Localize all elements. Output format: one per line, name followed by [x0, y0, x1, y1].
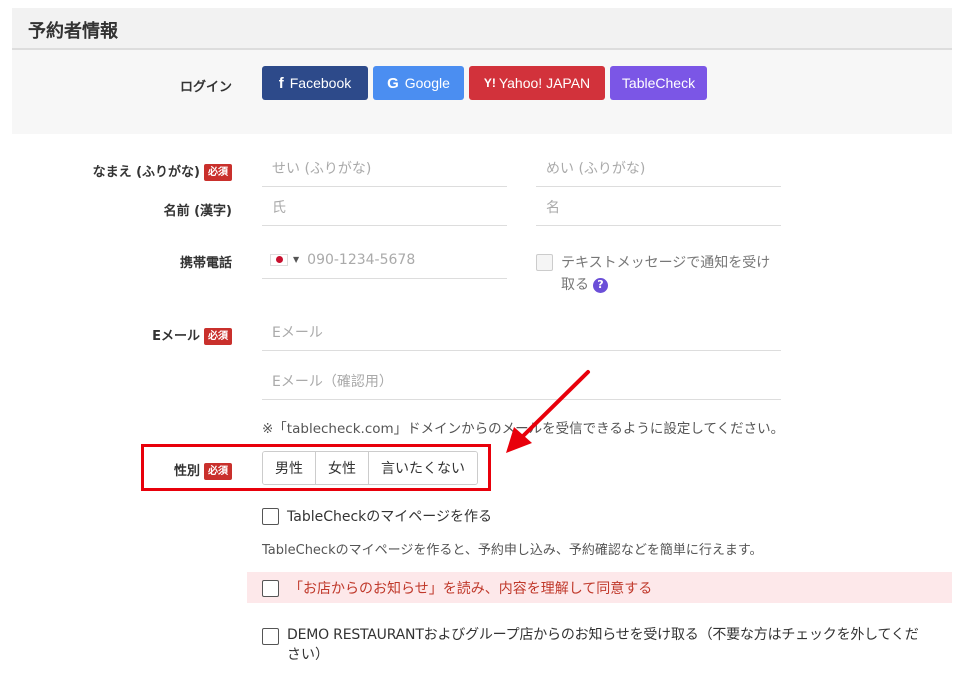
annotation-arrow: [506, 370, 590, 453]
newsletter-label-line1: DEMO RESTAURANTおよびグループ店からのお知らせを受け取る（不要な方…: [287, 627, 919, 643]
mypage-description: TableCheckのマイページを作ると、予約申し込み、予約確認などを簡単に行え…: [262, 543, 763, 558]
email-label-text: Eメール: [152, 329, 200, 344]
sms-checkbox-box[interactable]: [536, 254, 553, 271]
mypage-checkbox-row[interactable]: TableCheckのマイページを作る: [262, 506, 492, 526]
sms-label-line1: テキストメッセージで通知を受け: [561, 255, 771, 271]
newsletter-label: DEMO RESTAURANTおよびグループ店からのお知らせを受け取る（不要な方…: [287, 625, 952, 665]
sms-label-line2: 取る: [561, 277, 589, 293]
mypage-checkbox[interactable]: [262, 507, 279, 525]
facebook-icon: f: [278, 74, 284, 92]
name-kanji-label: 名前 (漢字): [163, 204, 232, 219]
google-login-button[interactable]: G Google: [373, 66, 464, 100]
login-label: ログイン: [179, 80, 232, 95]
phone-label: 携帯電話: [179, 256, 232, 271]
phone-input-placeholder: 090-1234-5678: [307, 251, 416, 268]
required-badge: 必須: [204, 328, 232, 345]
tablecheck-login-button[interactable]: TableCheck: [610, 66, 707, 100]
mypage-checkbox-label: TableCheckのマイページを作る: [287, 509, 492, 525]
email-input[interactable]: Eメール: [262, 313, 781, 351]
section-header: 予約者情報: [12, 8, 952, 50]
name-kana-label-text: なまえ (ふりがな): [92, 165, 200, 180]
email-label: Eメール 必須: [152, 325, 232, 345]
consent-checkbox[interactable]: [262, 579, 279, 597]
google-label: Google: [404, 75, 450, 91]
chevron-down-icon[interactable]: ▼: [293, 255, 299, 264]
first-name-kana-input[interactable]: せい (ふりがな): [262, 149, 507, 187]
highlight-box: [141, 444, 491, 491]
required-badge: 必須: [204, 164, 232, 181]
first-name-input[interactable]: 氏: [262, 188, 507, 226]
tablecheck-label: TableCheck: [621, 75, 696, 91]
annotation-arrow-line: [518, 370, 590, 441]
yahoo-icon: Y!: [483, 76, 496, 90]
consent-label: 「お店からのお知らせ」を読み、内容を理解して同意する: [289, 581, 653, 597]
name-kana-label: なまえ (ふりがな) 必須: [93, 161, 232, 181]
newsletter-checkbox[interactable]: [262, 626, 279, 645]
last-name-kana-input[interactable]: めい (ふりがな): [536, 149, 781, 187]
yahoo-login-button[interactable]: Y! Yahoo! JAPAN: [469, 66, 605, 100]
last-name-input[interactable]: 名: [536, 188, 781, 226]
facebook-label: Facebook: [289, 75, 352, 91]
newsletter-label-line2: さい）: [287, 647, 329, 663]
consent-checkbox-row[interactable]: 「お店からのお知らせ」を読み、内容を理解して同意する: [262, 578, 652, 598]
sms-label: テキストメッセージで通知を受け 取る?: [561, 252, 770, 296]
sms-checkbox[interactable]: [536, 252, 553, 271]
help-icon[interactable]: ?: [593, 277, 608, 293]
phone-field[interactable]: ▼ 090-1234-5678: [262, 241, 507, 279]
google-icon: G: [387, 74, 399, 92]
facebook-login-button[interactable]: f Facebook: [262, 66, 368, 100]
yahoo-label: Yahoo! JAPAN: [498, 75, 591, 91]
section-title: 予約者情報: [28, 21, 118, 42]
newsletter-checkbox-box[interactable]: [262, 628, 279, 645]
jp-flag-icon[interactable]: [270, 253, 288, 266]
